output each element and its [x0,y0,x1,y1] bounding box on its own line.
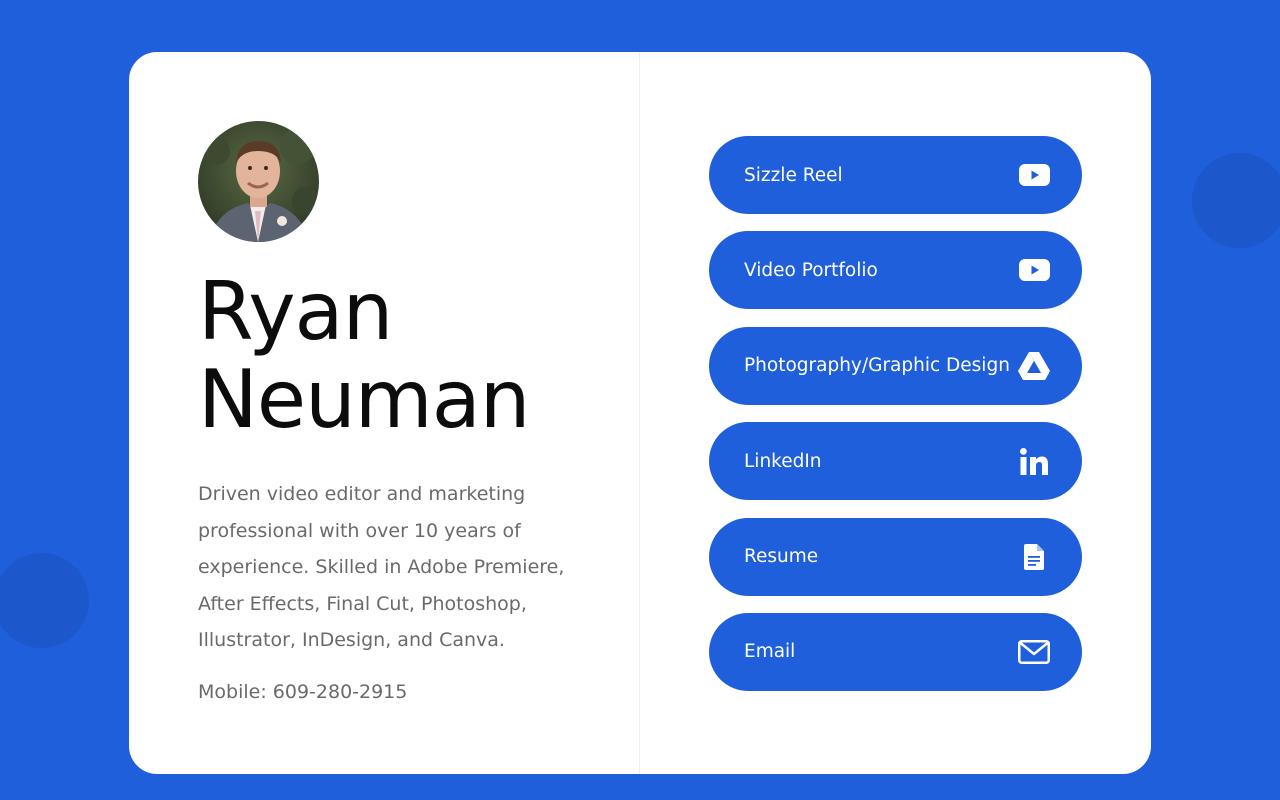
decorative-circle-left [0,553,89,648]
decorative-circle-right [1192,153,1280,248]
mobile-number: Mobile: 609-280-2915 [198,680,408,703]
sizzle-reel-button[interactable]: Sizzle Reel [709,136,1082,214]
video-portfolio-label: Video Portfolio [744,259,878,281]
linkedin-icon [1018,445,1050,477]
youtube-icon [1018,254,1050,286]
document-icon [1018,541,1050,573]
profile-name: Ryan Neuman [198,268,578,444]
resume-button[interactable]: Resume [709,517,1082,596]
links-list: Sizzle Reel Video Portfolio Photography/… [709,136,1082,708]
email-button[interactable]: Email [709,612,1082,691]
sizzle-reel-label: Sizzle Reel [744,164,843,186]
profile-info: Ryan Neuman Driven video editor and mark… [198,121,578,705]
envelope-icon [1018,636,1050,668]
profile-bio: Driven video editor and marketing profes… [198,483,565,651]
youtube-icon [1018,159,1050,191]
photography-graphic-design-button[interactable]: Photography/Graphic Design [709,326,1082,405]
avatar [198,121,319,242]
avatar-photo [198,121,319,242]
last-name: Neuman [198,353,530,446]
linkedin-label: LinkedIn [744,450,822,472]
resume-label: Resume [744,546,819,568]
linkedin-button[interactable]: LinkedIn [709,422,1082,501]
email-label: Email [744,641,796,663]
google-drive-icon [1018,350,1050,382]
profile-card: Ryan Neuman Driven video editor and mark… [129,52,1151,774]
video-portfolio-button[interactable]: Video Portfolio [709,231,1082,310]
photography-graphic-design-label: Photography/Graphic Design [744,355,1010,377]
card-divider [639,52,640,774]
first-name: Ryan [198,265,393,358]
